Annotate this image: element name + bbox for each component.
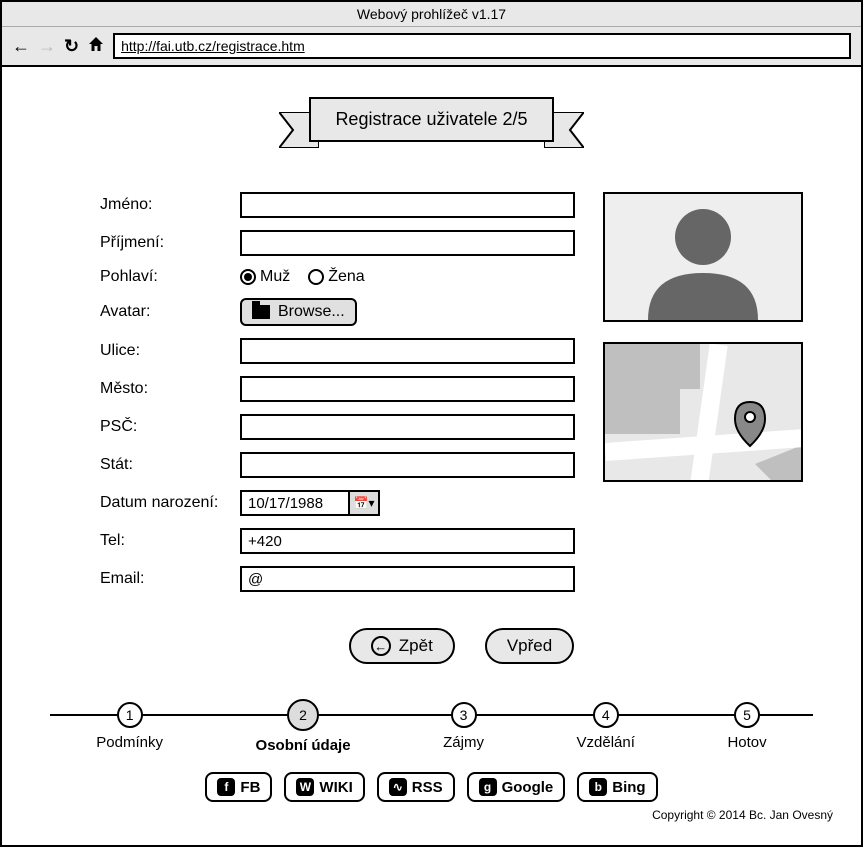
social-icon: W [296, 778, 314, 796]
back-button[interactable]: ← Zpět [349, 628, 455, 664]
country-label: Stát: [100, 456, 240, 474]
arrow-left-icon: ← [371, 636, 391, 656]
step-label: Podmínky [96, 734, 163, 751]
social-icon: f [217, 778, 235, 796]
social-wiki-button[interactable]: W WIKI [284, 772, 364, 802]
form-area: Jméno: Příjmení: Pohlaví: Muž [20, 192, 843, 604]
dob-input[interactable] [240, 490, 350, 516]
step-2[interactable]: 2 Osobní údaje [256, 702, 351, 754]
social-label: Bing [612, 779, 645, 796]
firstname-input[interactable] [240, 192, 575, 218]
gender-female-label: Žena [328, 268, 364, 286]
social-icon: ∿ [389, 778, 407, 796]
step-label: Vzdělání [577, 734, 635, 751]
copyright-text: Copyright © 2014 Bc. Jan Ovesný [20, 808, 843, 822]
social-label: Google [502, 779, 554, 796]
nav-buttons: ← Zpět Vpřed [20, 628, 843, 664]
step-circle: 2 [287, 699, 319, 731]
browse-button[interactable]: Browse... [240, 298, 357, 326]
person-icon [628, 195, 778, 320]
gender-male-radio[interactable]: Muž [240, 268, 290, 286]
step-circle: 5 [734, 702, 760, 728]
step-3[interactable]: 3 Zájmy [443, 702, 484, 754]
side-column [603, 192, 803, 604]
step-label: Osobní údaje [256, 737, 351, 754]
step-5[interactable]: 5 Hotov [727, 702, 766, 754]
email-label: Email: [100, 570, 240, 588]
page-content: Registrace uživatele 2/5 Jméno: Příjmení… [2, 67, 861, 832]
email-input[interactable] [240, 566, 575, 592]
gender-label: Pohlaví: [100, 268, 240, 286]
social-label: RSS [412, 779, 443, 796]
folder-icon [252, 305, 270, 319]
forward-button[interactable]: Vpřed [485, 628, 574, 664]
forward-button-label: Vpřed [507, 636, 552, 656]
firstname-label: Jméno: [100, 196, 240, 214]
reload-icon[interactable]: ↻ [64, 36, 79, 57]
lastname-input[interactable] [240, 230, 575, 256]
window-title: Webový prohlížeč v1.17 [2, 2, 861, 27]
tel-label: Tel: [100, 532, 240, 550]
banner-title: Registrace uživatele 2/5 [309, 97, 553, 142]
avatar-placeholder [603, 192, 803, 322]
lastname-label: Příjmení: [100, 234, 240, 252]
zip-label: PSČ: [100, 418, 240, 436]
street-input[interactable] [240, 338, 575, 364]
browser-toolbar: ← → ↻ http://fai.utb.cz/registrace.htm [2, 27, 861, 67]
social-rss-button[interactable]: ∿ RSS [377, 772, 455, 802]
forward-icon[interactable]: → [38, 36, 56, 57]
city-label: Město: [100, 380, 240, 398]
back-icon[interactable]: ← [12, 36, 30, 57]
banner: Registrace uživatele 2/5 [20, 97, 843, 142]
home-icon[interactable] [87, 35, 105, 58]
browse-button-label: Browse... [278, 303, 345, 321]
step-circle: 3 [451, 702, 477, 728]
back-button-label: Zpět [399, 636, 433, 656]
step-4[interactable]: 4 Vzdělání [577, 702, 635, 754]
social-row: f FB W WIKI ∿ RSS g Google b Bing [20, 772, 843, 802]
step-label: Zájmy [443, 734, 484, 751]
city-input[interactable] [240, 376, 575, 402]
calendar-icon: 📅▾ [354, 496, 375, 510]
step-indicator: 1 Podmínky 2 Osobní údaje 3 Zájmy 4 Vzdělání 5 Ho… [50, 692, 813, 754]
calendar-button[interactable]: 📅▾ [350, 490, 380, 516]
step-circle: 4 [593, 702, 619, 728]
country-input[interactable] [240, 452, 575, 478]
zip-input[interactable] [240, 414, 575, 440]
gender-male-label: Muž [260, 268, 290, 286]
social-bing-button[interactable]: b Bing [577, 772, 657, 802]
step-circle: 1 [117, 702, 143, 728]
url-input[interactable]: http://fai.utb.cz/registrace.htm [113, 33, 851, 59]
map-icon [605, 344, 803, 482]
radio-unchecked-icon [308, 269, 324, 285]
tel-input[interactable] [240, 528, 575, 554]
social-label: FB [240, 779, 260, 796]
social-icon: g [479, 778, 497, 796]
street-label: Ulice: [100, 342, 240, 360]
social-label: WIKI [319, 779, 352, 796]
social-icon: b [589, 778, 607, 796]
browser-window: Webový prohlížeč v1.17 ← → ↻ http://fai.… [0, 0, 863, 847]
social-fb-button[interactable]: f FB [205, 772, 272, 802]
gender-female-radio[interactable]: Žena [308, 268, 364, 286]
map-placeholder [603, 342, 803, 482]
radio-checked-icon [240, 269, 256, 285]
avatar-label: Avatar: [100, 303, 240, 321]
form-column: Jméno: Příjmení: Pohlaví: Muž [100, 192, 575, 604]
step-1[interactable]: 1 Podmínky [96, 702, 163, 754]
social-google-button[interactable]: g Google [467, 772, 566, 802]
step-label: Hotov [727, 734, 766, 751]
dob-label: Datum narození: [100, 494, 240, 512]
